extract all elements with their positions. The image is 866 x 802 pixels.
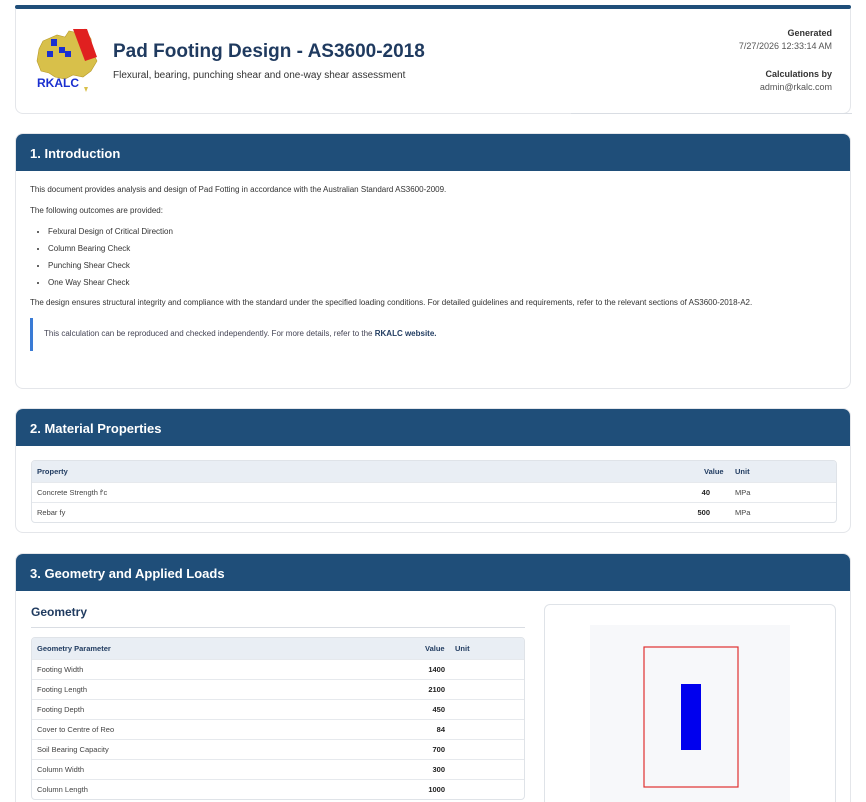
col-property: Property [37, 467, 68, 476]
list-item: Punching Shear Check [48, 260, 836, 271]
materials-table: Property Value Unit Concrete Strength f'… [31, 460, 837, 523]
column-section [681, 684, 701, 750]
introduction-section: 1. Introduction This document provides a… [15, 133, 851, 389]
table-row: Footing Length 2100 [32, 679, 524, 699]
table-header: Property Value Unit [32, 461, 836, 482]
material-properties-heading: 2. Material Properties [16, 409, 850, 446]
generated-value: 7/27/2026 12:33:14 AM [738, 41, 832, 51]
table-row: Concrete Strength f'c 40 MPa [32, 482, 836, 502]
rkalc-website-link[interactable]: RKALC website. [375, 329, 437, 338]
report-meta: Generated 7/27/2026 12:33:14 AM Calculat… [739, 28, 832, 92]
list-item: Felxural Design of Critical Direction [48, 226, 836, 237]
page-title: Pad Footing Design - AS3600-2018 [113, 41, 425, 62]
report-header: RKALC Pad Footing Design - AS3600-2018 F… [15, 9, 852, 114]
list-item: One Way Shear Check [48, 277, 836, 288]
table-header: Geometry Parameter Value Unit [32, 638, 524, 659]
note-text: This calculation can be reproduced and c… [44, 329, 373, 338]
outcomes-list: Felxural Design of Critical Direction Co… [48, 226, 836, 288]
table-row: Column Length 1000 [32, 779, 524, 799]
table-row: Soil Bearing Capacity 700 [32, 739, 524, 759]
col-value: Value [425, 644, 445, 653]
info-note: This calculation can be reproduced and c… [30, 318, 836, 351]
svg-text:RKALC: RKALC [37, 76, 79, 90]
outcomes-lead: The following outcomes are provided: [30, 206, 163, 215]
col-unit: Unit [455, 644, 470, 653]
generated-label: Generated [787, 28, 832, 38]
table-row: Column Width 300 [32, 759, 524, 779]
col-parameter: Geometry Parameter [37, 644, 111, 653]
table-row: Footing Width 1400 [32, 659, 524, 679]
list-item: Column Bearing Check [48, 243, 836, 254]
page-subtitle: Flexural, bearing, punching shear and on… [113, 70, 406, 81]
table-row: Rebar fy 500 MPa [32, 502, 836, 522]
calc-by-label: Calculations by [765, 69, 832, 79]
table-row: Footing Depth 450 [32, 699, 524, 719]
material-properties-section: 2. Material Properties Property Value Un… [15, 408, 851, 533]
geometry-subheading: Geometry [31, 605, 88, 619]
intro-paragraph: This document provides analysis and desi… [30, 185, 447, 194]
geometry-table: Geometry Parameter Value Unit Footing Wi… [31, 637, 525, 800]
header-divider [571, 113, 852, 114]
col-value: Value [704, 467, 724, 476]
introduction-heading: 1. Introduction [16, 134, 850, 171]
geometry-loads-heading: 3. Geometry and Applied Loads [16, 554, 850, 591]
table-row: Cover to Centre of Reo 84 [32, 719, 524, 739]
calc-by-value: admin@rkalc.com [759, 82, 832, 92]
geometry-loads-section: 3. Geometry and Applied Loads Geometry G… [15, 553, 851, 802]
footing-plan-diagram [544, 604, 836, 802]
rkalc-logo: RKALC [36, 28, 98, 92]
intro-conclusion: The design ensures structural integrity … [30, 298, 753, 307]
col-unit: Unit [735, 467, 750, 476]
geometry-divider [31, 627, 525, 628]
